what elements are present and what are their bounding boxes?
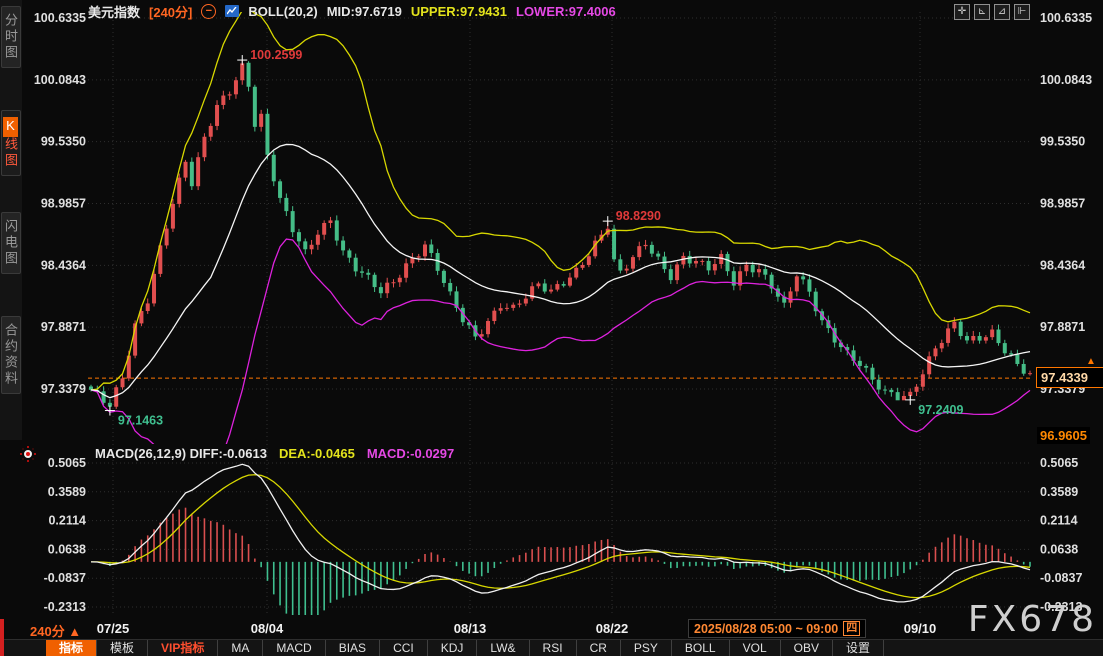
sidebar-item-flash-chart[interactable]: 闪电图 <box>1 212 21 274</box>
macd-histogram <box>91 508 1030 627</box>
toolbar-item-obv[interactable]: OBV <box>781 640 833 656</box>
macd-axis-label-right: 0.2114 <box>1040 514 1078 528</box>
sidebar-kline-active-marker: K <box>3 117 18 137</box>
annotation-layer: 97.1463 100.2599 98.8290 97.2409 <box>105 48 964 427</box>
macd-axis-label-left: 0.5065 <box>48 456 86 470</box>
price-axis-label-right: 98.9857 <box>1040 196 1085 210</box>
sidebar: 分时图 K线图 闪电图 合约资料 <box>0 0 22 440</box>
toolbar-item-kdj[interactable]: KDJ <box>428 640 478 656</box>
toolbar-item-macd[interactable]: MACD <box>263 640 325 656</box>
macd-axis-label-left: -0.0837 <box>44 571 86 585</box>
macd-axis-label-left: -0.2313 <box>44 600 86 614</box>
pane-low-label: 96.9605 <box>1037 427 1090 444</box>
indicator-settings-icon[interactable] <box>21 447 35 461</box>
price-axis-label-left: 99.5350 <box>41 135 86 149</box>
toolbar-item-cci[interactable]: CCI <box>380 640 428 656</box>
price-axis-label-left: 98.9857 <box>41 196 86 210</box>
period-selector[interactable]: 240分 ▲ <box>30 621 81 640</box>
sidebar-kline-label: 线图 <box>3 137 18 169</box>
macd-dea-value: DEA:-0.0465 <box>279 446 355 461</box>
macd-axis-label-right: 0.3589 <box>1040 485 1078 499</box>
chart-tool-icons: ✛ ⊾ ⊿ ⊩ <box>954 4 1030 20</box>
boll-mid-line <box>91 144 1030 397</box>
indicator-toolbar: 指标模板VIP指标MAMACDBIASCCIKDJLW&RSICRPSYBOLL… <box>0 639 1103 656</box>
boll-param-label: BOLL(20,2) <box>248 4 317 19</box>
current-price-tag: 97.4339 <box>1036 367 1103 388</box>
toolbar-item-lwr[interactable]: LW& <box>477 640 529 656</box>
price-axis-label-left: 100.6335 <box>34 11 86 25</box>
toolbar-item-indicators[interactable]: 指标 <box>46 640 97 656</box>
macd-hist-value: MACD:-0.0297 <box>367 446 454 461</box>
price-axis-label-right: 97.8871 <box>1040 320 1085 334</box>
trading-terminal: 100.6335 100.6335 100.0843 100.0843 99.5350 9… <box>0 0 1103 656</box>
x-axis-date: 07/25 <box>97 621 130 636</box>
x-axis-zoom-icon[interactable]: ⊿ <box>994 4 1010 20</box>
toolbar-item-boll[interactable]: BOLL <box>672 640 730 656</box>
price-axis-label-right: 99.5350 <box>1040 135 1085 149</box>
chart-canvas[interactable]: 100.6335 100.6335 100.0843 100.0843 99.5350 9… <box>0 0 1103 656</box>
toolbar-item-ma[interactable]: MA <box>218 640 263 656</box>
extreme-price-label: 98.8290 <box>616 209 661 223</box>
grid-layer <box>88 12 1032 615</box>
axis-reset-icon[interactable]: ⊩ <box>1014 4 1030 20</box>
x-axis-date: 08/04 <box>251 621 284 636</box>
price-axis-label-left: 100.0843 <box>34 73 86 87</box>
extreme-price-label: 97.2409 <box>918 403 963 417</box>
selected-time-range: 2025/08/28 05:00 ~ 09:00 <box>694 622 838 636</box>
crosshair-move-icon[interactable]: ✛ <box>954 4 970 20</box>
price-axis-label-right: 98.4364 <box>1040 258 1085 272</box>
price-axis-label-right: 100.0843 <box>1040 73 1092 87</box>
line-chart-icon <box>225 5 239 17</box>
boll-upper-line <box>91 8 1030 389</box>
toolbar-item-bias[interactable]: BIAS <box>326 640 380 656</box>
boll-mid-value: MID:97.6719 <box>327 4 402 19</box>
price-arrow-icon: ▲ <box>1086 356 1096 367</box>
extreme-price-label: 97.1463 <box>118 414 163 428</box>
macd-axis-label-left: 0.0638 <box>48 542 86 556</box>
price-axis-label-left: 98.4364 <box>41 258 86 272</box>
macd-dea-line <box>91 475 1030 598</box>
x-axis-date: 08/22 <box>596 621 629 636</box>
extreme-price-label: 100.2599 <box>250 48 302 62</box>
period-tag: [240分] <box>149 2 192 21</box>
macd-axis-label-left: 0.2114 <box>48 514 86 528</box>
macd-diff-line <box>91 464 1030 602</box>
price-axis-label-right: 100.6335 <box>1040 11 1092 25</box>
toolbar-item-templates[interactable]: 模板 <box>97 640 148 656</box>
boll-upper-value: UPPER:97.9431 <box>411 4 507 19</box>
macd-diff-value: MACD(26,12,9) DIFF:-0.0613 <box>95 446 267 461</box>
boll-lower-line <box>91 239 1030 472</box>
x-axis-date: 08/13 <box>454 621 487 636</box>
sidebar-item-contract-info[interactable]: 合约资料 <box>1 316 21 394</box>
selected-candle-time-label: 2025/08/28 05:00 ~ 09:00 四 <box>688 619 866 638</box>
macd-header: MACD(26,12,9) DIFF:-0.0613 DEA:-0.0465 M… <box>95 446 454 461</box>
candlestick-series <box>89 60 1032 410</box>
macd-axis-label-right: 0.0638 <box>1040 542 1078 556</box>
macd-axis-label-right: 0.5065 <box>1040 456 1078 470</box>
x-axis-date: 09/10 <box>904 621 937 636</box>
symbol-name: 美元指数 <box>88 2 140 21</box>
y-axis-zoom-icon[interactable]: ⊾ <box>974 4 990 20</box>
macd-axis-label-left: 0.3589 <box>48 485 86 499</box>
sidebar-item-time-chart[interactable]: 分时图 <box>1 6 21 68</box>
left-edge-marker <box>0 619 4 656</box>
toolbar-item-vip-indicators[interactable]: VIP指标 <box>148 640 218 656</box>
chart-header: 美元指数 [240分] − BOLL(20,2) MID:97.6719 UPP… <box>88 2 616 20</box>
sidebar-item-kline-chart[interactable]: K线图 <box>1 110 21 176</box>
toolbar-item-settings[interactable]: 设置 <box>833 640 884 656</box>
toolbar-item-rsi[interactable]: RSI <box>530 640 577 656</box>
toolbar-item-psy[interactable]: PSY <box>621 640 672 656</box>
boll-lower-value: LOWER:97.4006 <box>516 4 616 19</box>
collapse-icon[interactable]: − <box>201 4 216 19</box>
price-axis-label-left: 97.8871 <box>41 320 86 334</box>
toolbar-item-vol[interactable]: VOL <box>730 640 781 656</box>
price-axis-label-left: 97.3379 <box>41 382 86 396</box>
macd-axis-label-right: -0.0837 <box>1040 571 1082 585</box>
x-axis-row: 240分 ▲ 07/25 08/04 08/13 08/22 09/10 202… <box>0 618 1103 640</box>
toolbar-item-cr[interactable]: CR <box>577 640 621 656</box>
selected-weekday: 四 <box>843 621 860 636</box>
